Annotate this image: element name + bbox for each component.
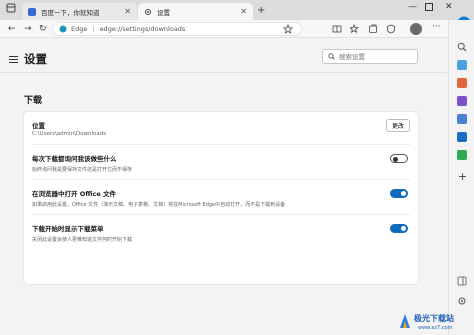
row-title: 在浏览器中打开 Office 文件 [32, 190, 117, 198]
add-sidebar-item-icon[interactable]: + [458, 170, 467, 183]
more-options-icon[interactable]: ··· [432, 22, 441, 32]
row-description: 如果启用此设置，Office 文件（演示文稿、电子表格、文档）将在Microso… [32, 202, 286, 208]
sidebar-settings-gear-icon[interactable] [457, 296, 467, 306]
title-bar: 百度一下，你就知道 ✕ 设置 ✕ + — ✕ b [0, 0, 474, 30]
collections-icon[interactable] [368, 24, 378, 34]
search-icon[interactable] [457, 42, 467, 52]
outlook-icon[interactable] [457, 132, 467, 142]
close-window-button[interactable]: ✕ [445, 2, 453, 12]
tab-actions-icon[interactable] [6, 3, 16, 13]
games-icon[interactable] [457, 114, 467, 124]
settings-search[interactable] [322, 49, 418, 64]
tab-baidu[interactable]: 百度一下，你就知道 ✕ [22, 3, 137, 20]
office-icon[interactable] [457, 150, 467, 160]
header-divider [0, 72, 447, 73]
tab-title: 设置 [157, 8, 170, 17]
change-location-button[interactable]: 更改 [386, 119, 410, 132]
row-description: 始终询问我是要保存文件还是打开它而不保存 [32, 167, 133, 173]
ask-where-to-save-toggle[interactable] [390, 154, 408, 163]
open-office-files-toggle[interactable] [390, 189, 408, 198]
search-input[interactable] [339, 52, 409, 61]
close-tab-icon[interactable]: ✕ [240, 7, 247, 16]
watermark-url: www.xz7.com [418, 325, 453, 331]
search-icon [328, 53, 335, 60]
split-screen-icon[interactable] [332, 24, 342, 34]
address-toolbar: ← → ↻ Edge | edge://settings/downloads ·… [0, 20, 474, 38]
favorites-icon[interactable] [350, 24, 360, 34]
edge-sidebar: + [448, 20, 474, 335]
row-description: 关闭此设置会使人更难知道文件何时开始下载 [32, 237, 133, 243]
tab-settings[interactable]: 设置 ✕ [138, 3, 253, 20]
settings-page: 设置 下载 位置 C:\Users\admin\Downloads 更改 每次下… [0, 39, 447, 335]
baidu-favicon-icon [28, 7, 36, 16]
tools-icon[interactable] [457, 96, 467, 106]
browser-essentials-icon[interactable] [386, 24, 396, 34]
edge-logo-icon [59, 25, 67, 33]
address-separator: | [92, 25, 95, 33]
discover-icon[interactable] [457, 60, 467, 70]
location-path: C:\Users\admin\Downloads [32, 131, 107, 137]
open-office-files-row: 在浏览器中打开 Office 文件 如果启用此设置，Office 文件（演示文稿… [24, 180, 418, 214]
tab-title: 百度一下，你就知道 [41, 8, 100, 17]
favorite-star-icon[interactable] [283, 24, 293, 34]
forward-arrow-icon[interactable]: → [24, 24, 32, 34]
maximize-button[interactable] [425, 3, 433, 11]
back-arrow-icon[interactable]: ← [8, 24, 16, 34]
profile-avatar[interactable] [410, 23, 422, 35]
refresh-icon[interactable]: ↻ [39, 24, 47, 34]
new-tab-button[interactable]: + [257, 5, 265, 16]
site-label: Edge [71, 25, 88, 33]
ask-where-to-save-row: 每次下载都询问我该做些什么 始终询问我是要保存文件还是打开它而不保存 [24, 145, 418, 179]
location-title: 位置 [32, 122, 45, 130]
url-text: edge://settings/downloads [99, 25, 186, 33]
location-row: 位置 C:\Users\admin\Downloads 更改 [24, 112, 418, 144]
row-title: 每次下载都询问我该做些什么 [32, 155, 117, 163]
sidebar-layout-icon[interactable] [457, 276, 467, 286]
row-title: 下载开始时显示下载菜单 [32, 225, 104, 233]
downloads-settings-card: 位置 C:\Users\admin\Downloads 更改 每次下载都询问我该… [24, 112, 418, 284]
menu-icon[interactable] [9, 56, 18, 63]
shopping-icon[interactable] [457, 78, 467, 88]
page-title: 设置 [24, 52, 47, 66]
show-downloads-menu-toggle[interactable] [390, 224, 408, 233]
show-downloads-menu-row: 下载开始时显示下载菜单 关闭此设置会使人更难知道文件何时开始下载 [24, 215, 418, 249]
gear-icon [144, 8, 152, 15]
close-tab-icon[interactable]: ✕ [124, 7, 131, 16]
watermark-text: 极光下载站 [414, 314, 454, 323]
watermark-logo-icon [400, 314, 410, 328]
section-title: 下载 [24, 96, 43, 106]
address-bar[interactable]: Edge | edge://settings/downloads [52, 22, 302, 36]
minimize-button[interactable]: — [408, 2, 417, 12]
